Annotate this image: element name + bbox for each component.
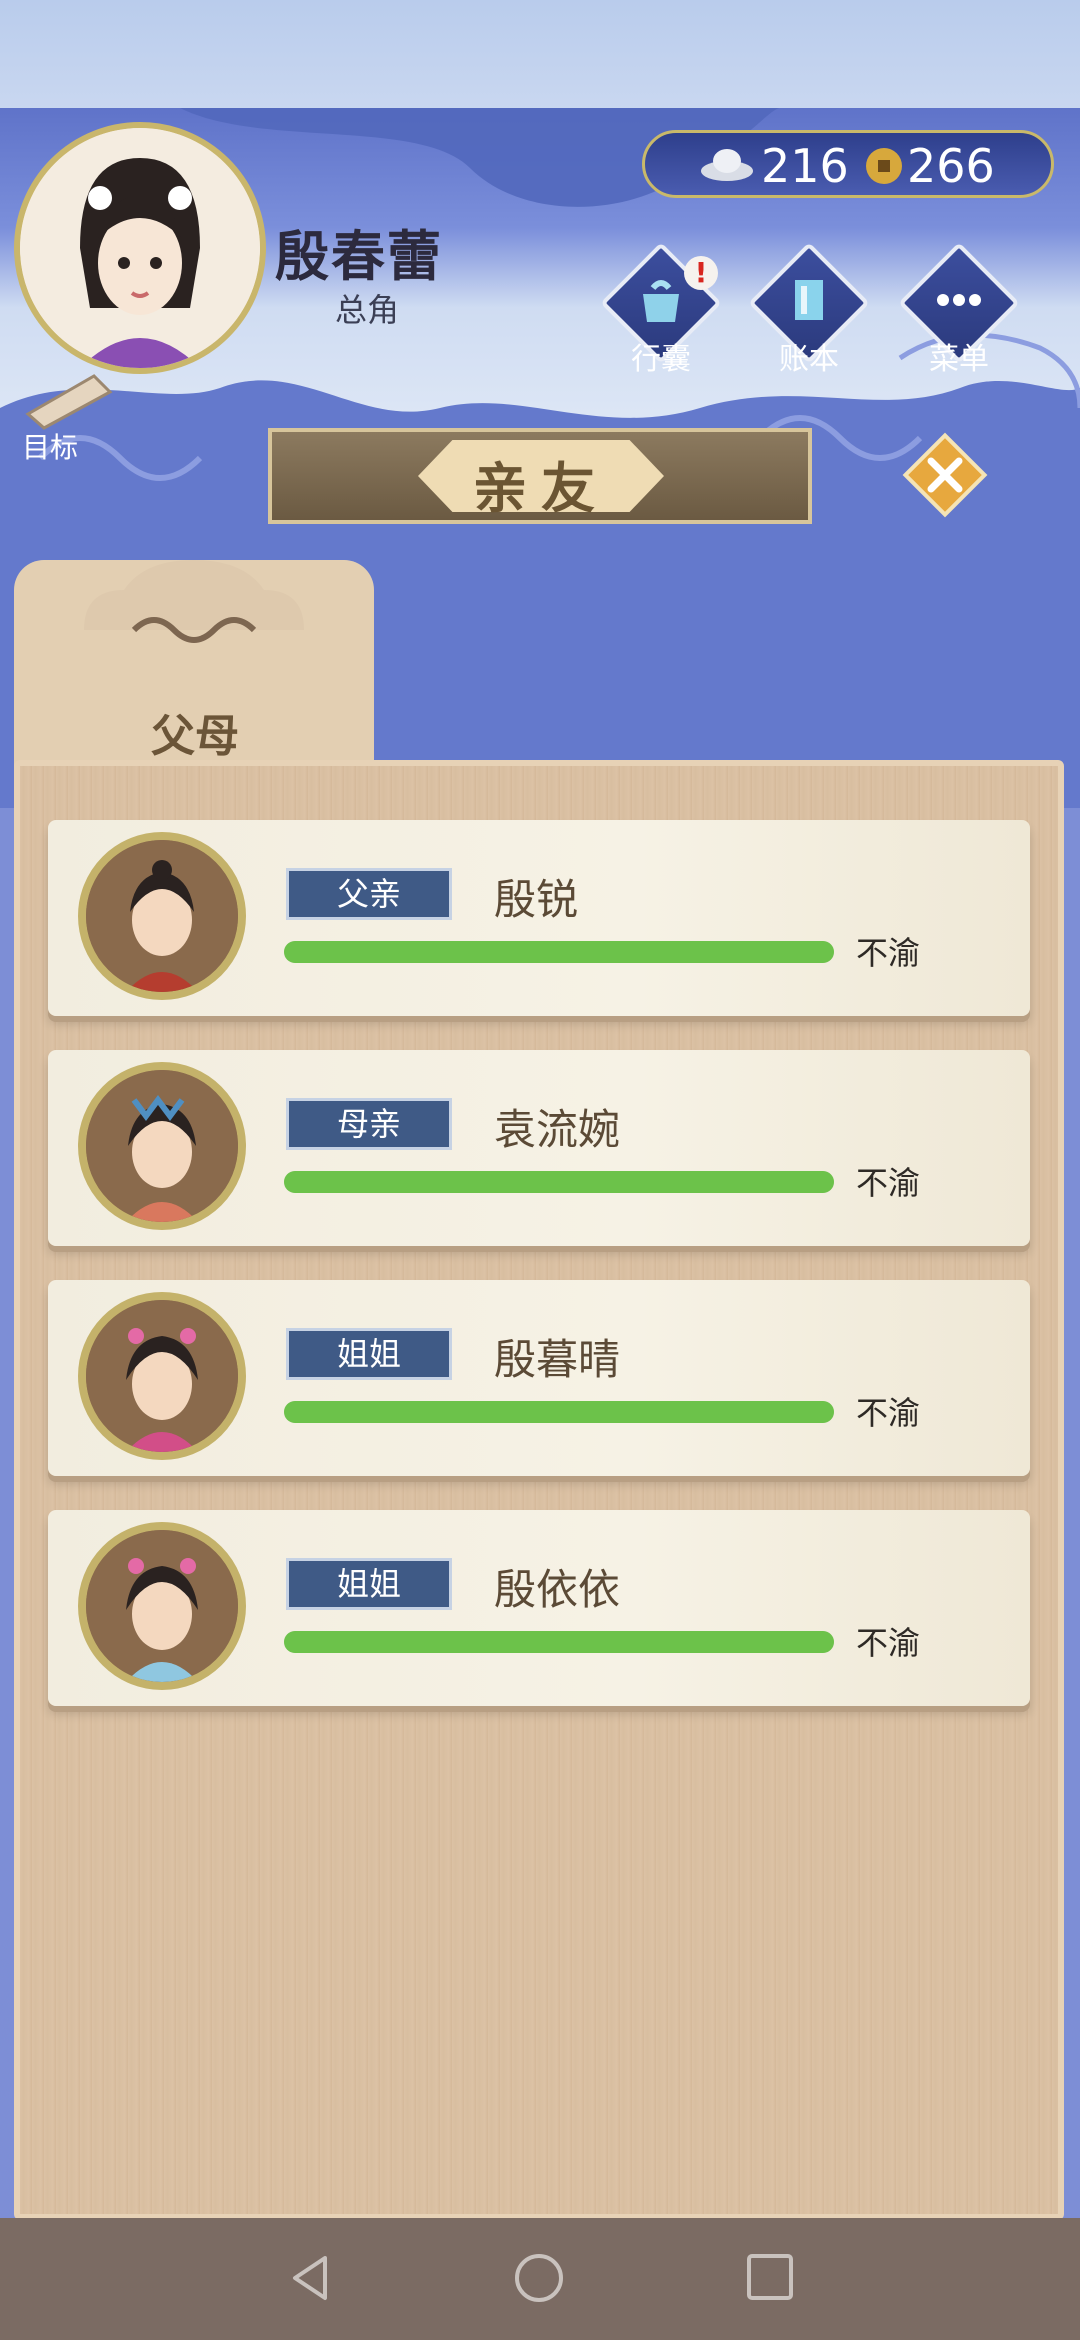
status-area [0,0,1080,110]
more-icon [937,294,981,306]
relative-card[interactable]: 母亲 袁流婉 不渝 [48,1050,1030,1246]
home-icon[interactable] [513,2252,565,2304]
player-name: 殷春蕾 [275,225,443,288]
bag-label: 行囊 [631,342,691,377]
alert-badge: ! [684,256,718,290]
bag-icon [643,280,679,322]
back-icon[interactable] [285,2252,337,2304]
relative-card[interactable]: 姐姐 殷依依 不渝 [48,1510,1030,1706]
cloud-ornament-icon [84,560,304,643]
avatar [78,1522,246,1690]
relative-card[interactable]: 父亲 殷锐 不渝 [48,820,1030,1016]
ledger-icon [795,280,823,320]
silver-amount: 216 [761,139,849,193]
relative-name: 殷依依 [494,1565,621,1614]
favor-bar [284,1171,834,1193]
favor-bar [284,941,834,963]
currency-bar: 216 266 [642,130,1054,198]
avatar [78,832,246,1000]
target-label[interactable]: 目标 [22,426,78,466]
tab-label: 父母 [151,711,239,762]
ledger-button[interactable]: 账本 [744,242,874,380]
menu-label: 菜单 [929,342,989,377]
relation-tag: 姐姐 [286,1328,452,1380]
favor-bar [284,1401,834,1423]
copper-amount: 266 [907,139,995,193]
dialog-title: 亲友 [473,457,609,520]
relative-name: 殷暮晴 [494,1335,621,1384]
scroll-icon [25,374,113,430]
relative-card[interactable]: 姐姐 殷暮晴 不渝 [48,1280,1030,1476]
recent-apps-icon[interactable] [745,2252,795,2302]
avatar [78,1062,246,1230]
mood-label: 不渝 [856,934,921,972]
mood-label: 不渝 [856,1624,921,1662]
copper-coin-icon [866,148,902,184]
system-navigation-bar [0,2218,1080,2340]
relation-tag: 母亲 [286,1098,452,1150]
bag-button[interactable]: ! 行囊 [596,242,726,380]
favor-bar [284,1631,834,1653]
relative-name: 殷锐 [494,875,579,924]
player-avatar[interactable] [14,122,266,374]
silver-ingot-icon [701,149,753,181]
mood-label: 不渝 [856,1164,921,1202]
relation-tag: 姐姐 [286,1558,452,1610]
relation-tag: 父亲 [286,868,452,920]
relative-name: 袁流婉 [494,1105,621,1154]
close-icon[interactable] [895,425,995,525]
mood-label: 不渝 [856,1394,921,1432]
dialog-title-plaque: 亲友 [268,428,812,524]
ledger-label: 账本 [779,342,839,377]
avatar [78,1292,246,1460]
menu-button[interactable]: 菜单 [894,242,1024,380]
player-title: 总角 [335,291,400,329]
